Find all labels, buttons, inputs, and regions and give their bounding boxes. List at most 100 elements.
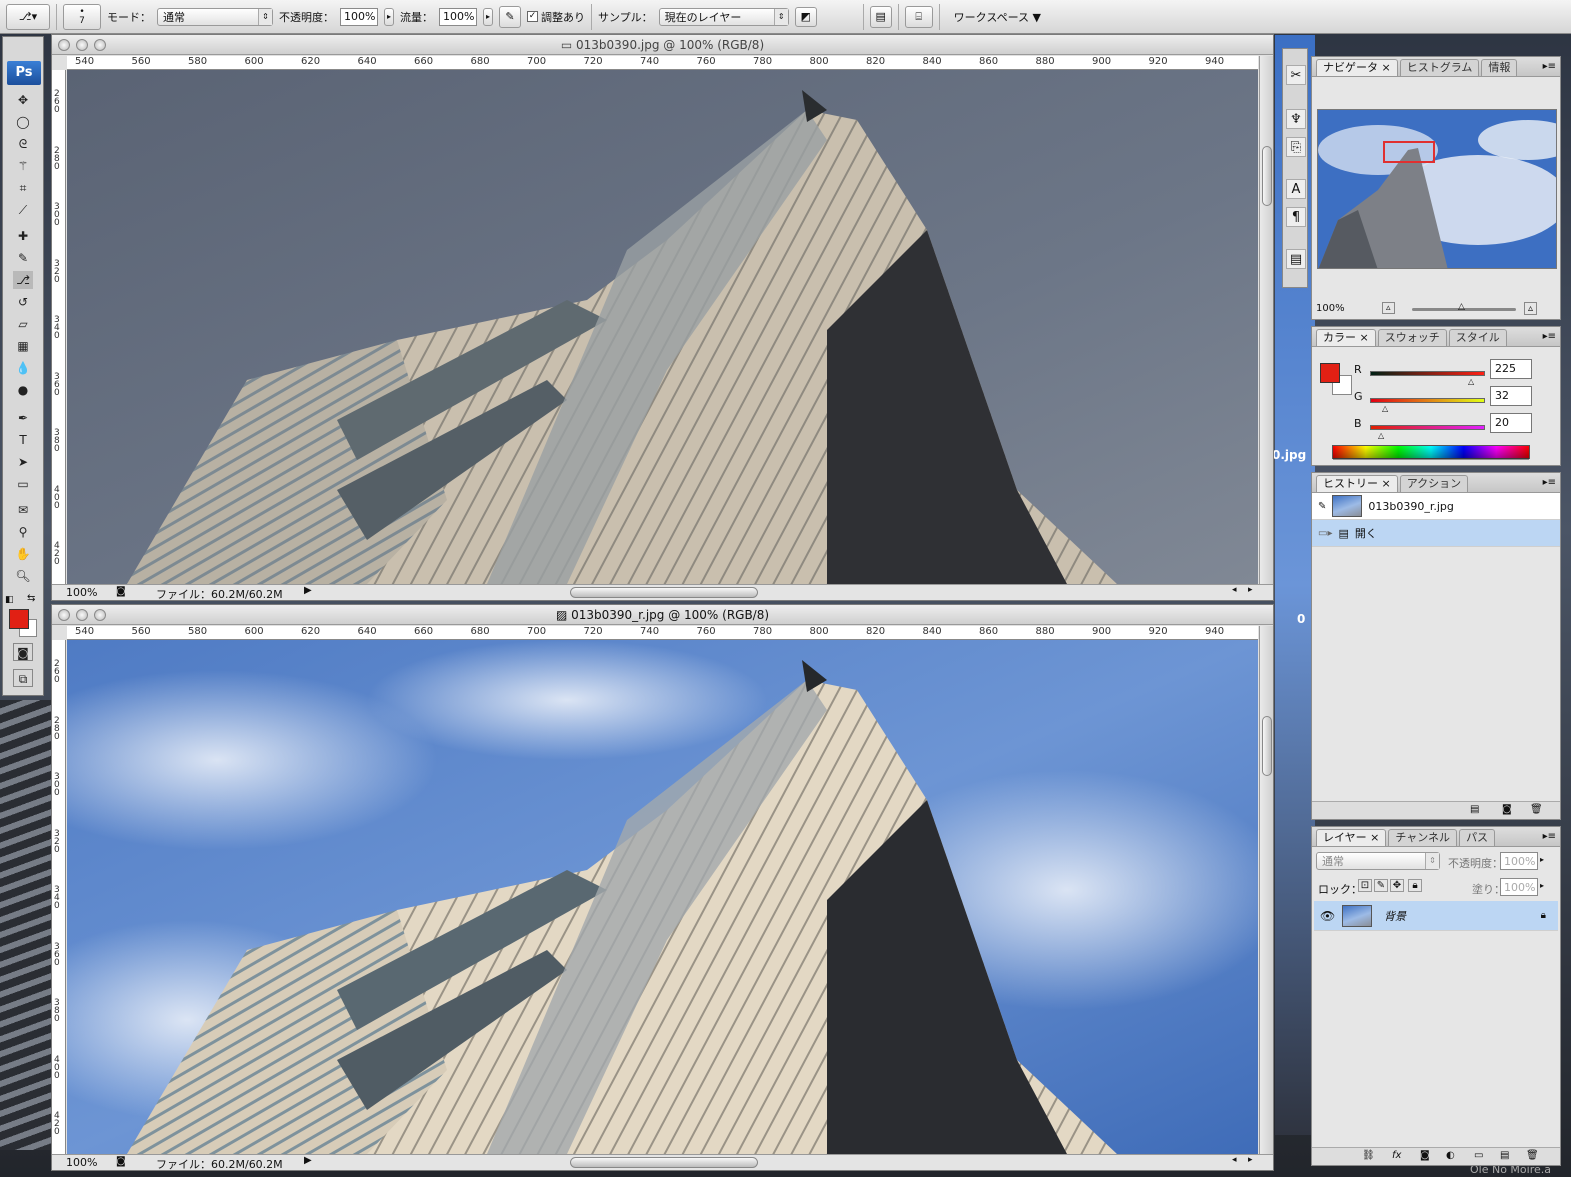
window-titlebar[interactable]: ▭ 013b0390.jpg @ 100% (RGB/8) [52,35,1273,55]
palette-well-button[interactable]: ▤ [869,5,892,28]
new-document-from-state-icon[interactable]: ▤ [1470,804,1479,815]
minimize-button[interactable] [76,609,88,621]
r-value-field[interactable]: 225 [1490,359,1532,379]
brushes-icon[interactable]: ♆ [1286,109,1306,129]
quick-mask-icon[interactable]: ◙ [13,643,33,661]
swap-colors-icon[interactable]: ⇆ [27,593,35,604]
shape-tool-icon[interactable]: ▭ [13,475,33,493]
status-arrow-icon[interactable]: ▶ [304,585,312,596]
history-state-marker-icon[interactable]: ▭▸ [1318,528,1332,539]
scroll-left-arrow-icon[interactable]: ◂ [1232,1155,1237,1165]
eraser-tool-icon[interactable]: ▱ [13,315,33,333]
notes-tool-icon[interactable]: ✉ [13,501,33,519]
opacity-field[interactable]: 100% [340,7,378,26]
brush-tool-icon[interactable]: ✎ [13,249,33,267]
scroll-right-arrow-icon[interactable]: ▸ [1248,585,1253,595]
healing-brush-tool-icon[interactable]: ✚ [13,227,33,245]
g-value-field[interactable]: 32 [1490,386,1532,406]
brush-picker[interactable]: • 7 [63,3,101,30]
tab-navigator[interactable]: ナビゲータ × [1316,59,1398,76]
airbrush-button[interactable]: ✎ [499,5,521,28]
tab-histogram[interactable]: ヒストグラム [1399,59,1480,76]
tab-history[interactable]: ヒストリー × [1316,475,1398,492]
panel-menu-icon[interactable]: ▸≡ [1543,477,1556,488]
gradient-tool-icon[interactable]: ▦ [13,337,33,355]
blur-tool-icon[interactable]: 💧 [13,359,33,377]
history-snapshot[interactable]: ✎ 013b0390_r.jpg [1312,493,1560,520]
flow-slider-toggle[interactable]: ▸ [483,7,493,26]
history-brush-tool-icon[interactable]: ↺ [13,293,33,311]
r-slider-handle[interactable]: △ [1468,377,1474,386]
default-colors-icon[interactable]: ◧ [5,595,14,605]
scroll-thumb[interactable] [1262,716,1272,776]
pen-tool-icon[interactable]: ✒ [13,409,33,427]
status-menu-icon[interactable]: ◙ [116,586,126,597]
tab-paths[interactable]: パス [1459,829,1496,846]
flow-field[interactable]: 100% [439,7,477,26]
screen-mode-icon[interactable]: ⧉ [13,669,33,687]
new-snapshot-icon[interactable]: ◙ [1502,804,1512,815]
image-canvas[interactable] [67,640,1258,1154]
blend-mode-select[interactable]: 通常 ⇕ [1316,852,1440,870]
layer-mask-icon[interactable]: ◙ [1420,1150,1430,1161]
paragraph-icon[interactable]: ¶ [1286,207,1306,227]
horizontal-scroll-thumb[interactable] [570,1157,758,1168]
aligned-checkbox[interactable]: ✓ [527,11,538,22]
close-icon[interactable]: × [1382,477,1391,490]
foreground-color-swatch[interactable] [9,609,29,629]
slice-tool-icon[interactable]: ⟋ [13,201,33,219]
close-icon[interactable]: × [1370,831,1379,844]
zoom-button[interactable] [94,609,106,621]
hand-tool-icon[interactable]: ✋ [13,545,33,563]
link-layers-icon[interactable]: ⛓ [1362,1150,1375,1161]
clone-source-icon[interactable]: ⎘ [1286,137,1306,157]
panel-menu-icon[interactable]: ▸≡ [1543,61,1556,72]
history-brush-source-icon[interactable]: ✎ [1318,501,1326,512]
layer-opacity-field[interactable]: 100% [1500,852,1538,870]
adjustment-layer-icon[interactable]: ◐ [1446,1150,1455,1161]
history-state[interactable]: ▭▸ ▤ 開く [1312,520,1560,547]
type-tool-icon[interactable]: T [13,431,33,449]
marquee-tool-icon[interactable]: ◯ [13,113,33,131]
minimize-button[interactable] [76,39,88,51]
path-selection-tool-icon[interactable]: ➤ [13,453,33,471]
image-canvas[interactable] [67,70,1258,584]
lock-position-icon[interactable]: ✥ [1390,879,1404,892]
dodge-tool-icon[interactable]: ● [13,381,33,399]
zoom-level[interactable]: 100% [66,586,97,599]
panel-menu-icon[interactable]: ▸≡ [1543,831,1556,842]
eye-icon[interactable]: 👁︎ [1320,909,1336,923]
tab-styles[interactable]: スタイル [1448,329,1507,346]
layer-style-icon[interactable]: fx [1392,1150,1401,1161]
bridge-button[interactable]: ⌸ [904,5,933,28]
layer-comps-icon[interactable]: ▤ [1286,249,1306,269]
lock-all-icon[interactable]: 🔒︎ [1408,879,1422,892]
b-value-field[interactable]: 20 [1490,413,1532,433]
zoom-in-icon[interactable]: ▵ [1524,302,1538,315]
lasso-tool-icon[interactable]: ᘓ [13,135,33,153]
scroll-left-arrow-icon[interactable]: ◂ [1232,585,1237,595]
clone-stamp-tool-icon[interactable]: ⎇ [13,271,33,289]
new-layer-icon[interactable]: ▤ [1500,1150,1509,1161]
close-button[interactable] [58,39,70,51]
tab-swatches[interactable]: スウォッチ [1377,329,1447,346]
tab-channels[interactable]: チャンネル [1388,829,1458,846]
lock-pixels-icon[interactable]: ✎ [1374,879,1388,892]
panel-menu-icon[interactable]: ▸≡ [1543,331,1556,342]
fill-arrow-icon[interactable]: ▸ [1540,881,1544,890]
zoom-slider-handle[interactable]: △ [1458,302,1465,312]
b-slider-handle[interactable]: △ [1378,431,1384,440]
lock-transparency-icon[interactable]: ⊡ [1358,879,1372,892]
vertical-scrollbar[interactable] [1259,56,1273,584]
tool-presets-icon[interactable]: ✂ [1286,65,1306,85]
g-slider-track[interactable] [1370,398,1485,403]
status-arrow-icon[interactable]: ▶ [304,1155,312,1166]
close-icon[interactable]: × [1360,331,1369,344]
tab-actions[interactable]: アクション [1399,475,1469,492]
close-button[interactable] [58,609,70,621]
tab-color[interactable]: カラー × [1316,329,1376,346]
close-icon[interactable]: × [1382,61,1391,74]
r-slider-track[interactable] [1370,371,1485,376]
opacity-arrow-icon[interactable]: ▸ [1540,855,1544,864]
zoom-button[interactable] [94,39,106,51]
